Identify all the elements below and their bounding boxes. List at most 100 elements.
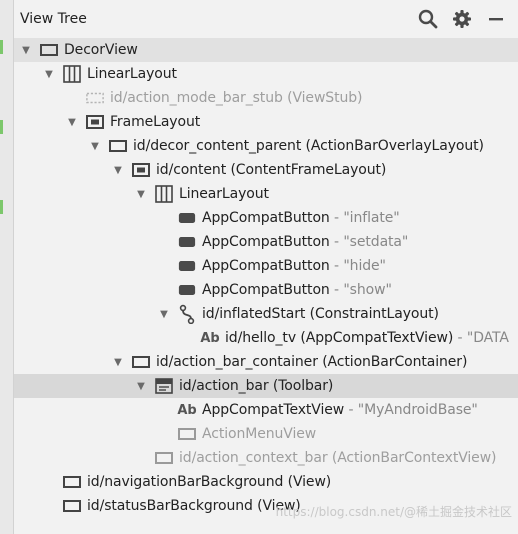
node-name: AppCompatButton (202, 282, 330, 298)
frame-icon (63, 470, 81, 494)
frame-inner-icon (132, 158, 150, 182)
tree-row[interactable]: ▼ LinearLayout (14, 62, 518, 86)
tree-row[interactable]: ▼ id/decor_content_parent (ActionBarOverl… (14, 134, 518, 158)
node-name: id/action_bar_container (ActionBarContai… (156, 354, 468, 370)
node-name: ActionMenuView (202, 426, 317, 442)
columns-icon (155, 182, 173, 206)
tree-row-label: AppCompatTextView - "MyAndroidBase" (202, 402, 478, 418)
header-actions (418, 9, 506, 29)
expand-arrow-icon[interactable]: ▼ (66, 110, 78, 134)
tree-row-label: id/decor_content_parent (ActionBarOverla… (133, 138, 484, 154)
dashed-icon (86, 86, 104, 110)
watermark: https://blog.csdn.net/@稀土掘金技术社区 (275, 505, 512, 519)
expand-arrow-icon[interactable]: ▼ (112, 158, 124, 182)
tree-row[interactable]: id/navigationBarBackground (View) (14, 470, 518, 494)
gutter-marker (0, 120, 3, 134)
tree-row[interactable]: ▼ id/action_bar (Toolbar) (14, 374, 518, 398)
tree-row[interactable]: ▼ id/content (ContentFrameLayout) (14, 158, 518, 182)
tree-row-label: id/action_mode_bar_stub (ViewStub) (110, 90, 362, 106)
view-tree: ▼ DecorView ▼ LinearLayout id/action_mode_ba… (14, 38, 518, 534)
tree-row[interactable]: Ab id/hello_tv (AppCompatTextView) - "DAT… (14, 326, 518, 350)
expand-arrow-icon[interactable]: ▼ (135, 182, 147, 206)
node-name: AppCompatButton (202, 210, 330, 226)
gutter-marker (0, 200, 3, 214)
frame-icon (132, 350, 150, 374)
tree-row-label: id/statusBarBackground (View) (87, 498, 301, 514)
tree-row[interactable]: ▼ id/inflatedStart (ConstraintLayout) (14, 302, 518, 326)
node-separator: - (329, 234, 344, 250)
constraint-icon (178, 302, 196, 326)
panel-title: View Tree (20, 11, 87, 27)
button-icon (178, 254, 196, 278)
node-text-value: "show" (343, 282, 392, 298)
node-name: AppCompatButton (202, 234, 330, 250)
left-gutter (0, 0, 14, 534)
node-name: AppCompatButton (202, 258, 330, 274)
gear-icon[interactable] (452, 9, 472, 29)
tree-row-label: AppCompatButton - "hide" (202, 258, 386, 274)
search-icon[interactable] (418, 9, 438, 29)
frame-icon (40, 38, 58, 62)
tree-row-label: LinearLayout (87, 66, 177, 82)
tree-row[interactable]: AppCompatButton - "hide" (14, 254, 518, 278)
expand-arrow-icon[interactable]: ▼ (135, 374, 147, 398)
frame-icon (109, 134, 127, 158)
node-separator: - (329, 258, 344, 274)
tree-row-label: id/navigationBarBackground (View) (87, 474, 331, 490)
node-name: id/navigationBarBackground (View) (87, 474, 332, 490)
toolbar-icon (155, 374, 173, 398)
tree-row-label: FrameLayout (110, 114, 200, 130)
panel-header: View Tree (14, 0, 518, 39)
tree-row-label: ActionMenuView (202, 426, 316, 442)
node-text-value: "DATA (466, 330, 509, 346)
tree-row-label: id/action_bar (Toolbar) (179, 378, 333, 394)
node-name: id/action_context_bar (ActionBarContextV… (179, 450, 497, 466)
expand-arrow-icon[interactable]: ▼ (89, 134, 101, 158)
frame-inner-icon (86, 110, 104, 134)
tree-row[interactable]: ▼ id/action_bar_container (ActionBarConta… (14, 350, 518, 374)
tree-row[interactable]: AppCompatButton - "inflate" (14, 206, 518, 230)
tree-row[interactable]: AppCompatButton - "show" (14, 278, 518, 302)
ab-icon: Ab (177, 402, 197, 418)
tree-row[interactable]: ▼ LinearLayout (14, 182, 518, 206)
minimize-icon[interactable] (486, 9, 506, 29)
button-icon (178, 278, 196, 302)
node-separator: - (329, 282, 344, 298)
expand-arrow-icon[interactable]: ▼ (112, 350, 124, 374)
tree-row[interactable]: ▼ FrameLayout (14, 110, 518, 134)
node-name: LinearLayout (87, 66, 177, 82)
tree-row-label: id/inflatedStart (ConstraintLayout) (202, 306, 439, 322)
node-text-value: "setdata" (343, 234, 409, 250)
node-name: id/inflatedStart (ConstraintLayout) (202, 306, 439, 322)
columns-icon (63, 62, 81, 86)
tree-row-label: id/hello_tv (AppCompatTextView) - "DATA (225, 330, 509, 346)
node-separator: - (453, 330, 467, 346)
tree-row[interactable]: Ab AppCompatTextView - "MyAndroidBase" (14, 398, 518, 422)
tree-row[interactable]: id/action_mode_bar_stub (ViewStub) (14, 86, 518, 110)
node-name: id/content (ContentFrameLayout) (156, 162, 387, 178)
tree-row-label: id/action_bar_container (ActionBarContai… (156, 354, 467, 370)
node-name: FrameLayout (110, 114, 201, 130)
node-text-value: "MyAndroidBase" (357, 402, 478, 418)
node-text-value: "hide" (343, 258, 386, 274)
frame-icon (63, 494, 81, 518)
expand-arrow-icon[interactable]: ▼ (158, 302, 170, 326)
ab-icon: Ab (200, 330, 220, 346)
tree-row-label: AppCompatButton - "show" (202, 282, 392, 298)
expand-arrow-icon[interactable]: ▼ (43, 62, 55, 86)
tree-row-label: AppCompatButton - "inflate" (202, 210, 400, 226)
tree-row[interactable]: id/action_context_bar (ActionBarContextV… (14, 446, 518, 470)
tree-row-label: id/action_context_bar (ActionBarContextV… (179, 450, 497, 466)
node-name: DecorView (64, 42, 138, 58)
node-name: id/decor_content_parent (ActionBarOverla… (133, 138, 484, 154)
tree-row[interactable]: ActionMenuView (14, 422, 518, 446)
node-separator: - (344, 402, 358, 418)
tree-row-label: LinearLayout (179, 186, 269, 202)
tree-row-label: id/content (ContentFrameLayout) (156, 162, 386, 178)
frame-icon (178, 422, 196, 446)
node-name: AppCompatTextView (202, 402, 345, 418)
node-name: id/action_mode_bar_stub (ViewStub) (110, 90, 363, 106)
tree-row[interactable]: AppCompatButton - "setdata" (14, 230, 518, 254)
tree-row[interactable]: ▼ DecorView (14, 38, 518, 62)
expand-arrow-icon[interactable]: ▼ (20, 38, 32, 62)
